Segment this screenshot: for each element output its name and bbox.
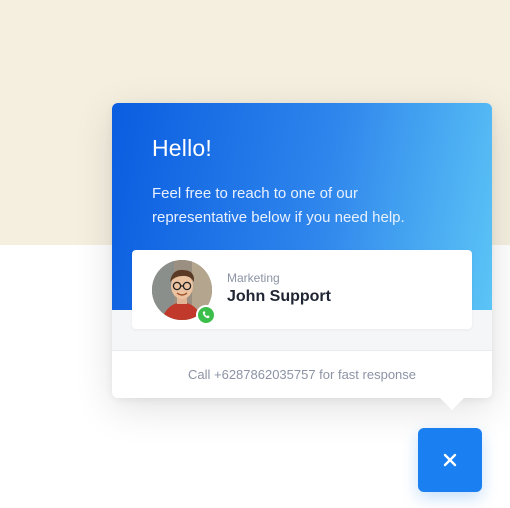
close-widget-button[interactable] <box>418 428 482 492</box>
popup-pointer <box>439 397 465 410</box>
phone-icon <box>202 311 210 319</box>
intro-text: Feel free to reach to one of our represe… <box>152 185 405 226</box>
agent-department: Marketing <box>227 271 280 285</box>
agent-card-john-support[interactable]: Marketing John Support <box>132 250 472 329</box>
agent-name: John Support <box>227 288 331 305</box>
whatsapp-status-icon <box>196 305 216 325</box>
chat-widget-panel: Hello! Feel free to reach to one of our … <box>112 103 492 398</box>
chat-widget-popup: Hello! Feel free to reach to one of our … <box>112 103 492 410</box>
greeting-heading: Hello! <box>152 135 213 161</box>
close-icon <box>443 453 457 467</box>
footer-call-text: Call +6287862035757 for fast response <box>187 367 417 382</box>
